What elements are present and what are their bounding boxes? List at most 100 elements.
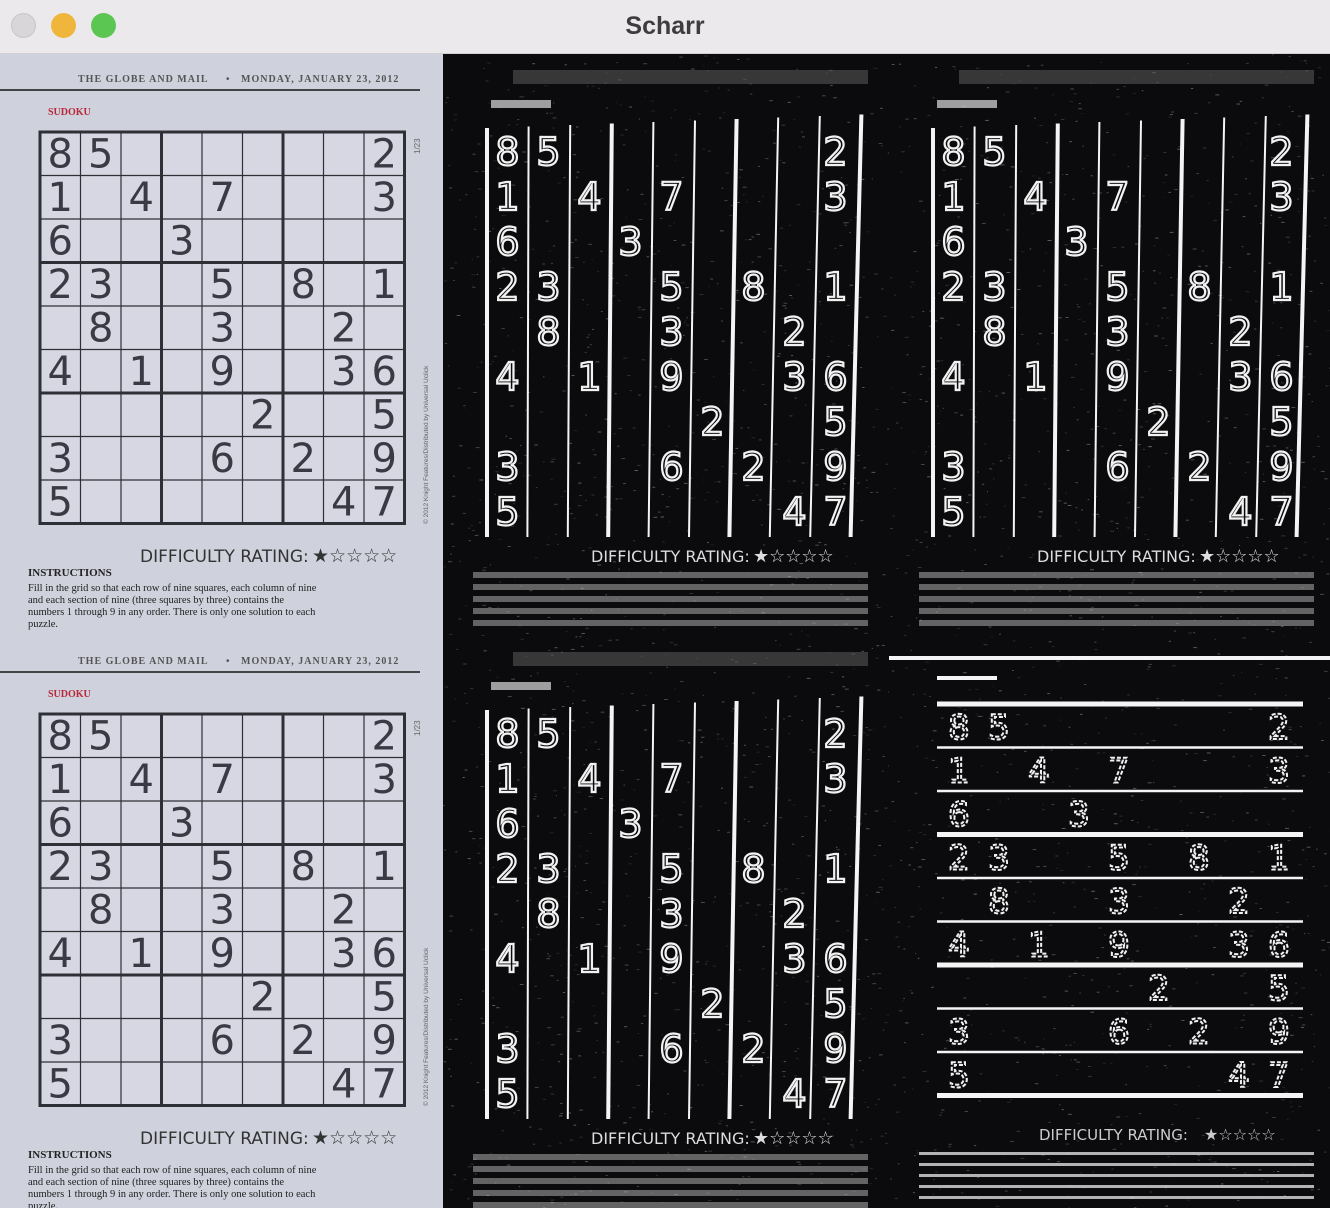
- edge-noise: [1016, 881, 1020, 883]
- edge-noise: [1171, 1123, 1174, 1125]
- edge-noise: [553, 102, 555, 104]
- edge-noise: [578, 1055, 582, 1057]
- edge-noise: [848, 1006, 852, 1008]
- edge-noise: [1268, 541, 1272, 542]
- edge-noise: [913, 451, 915, 453]
- edge-noise: [1220, 682, 1223, 684]
- edge-noise: [1146, 668, 1150, 670]
- edge-noise: [625, 129, 628, 131]
- sudoku-digit-edge: 3: [1269, 175, 1293, 219]
- sudoku-digit: 5: [210, 844, 235, 890]
- instructions-edge-band: [919, 572, 1314, 578]
- edge-noise: [834, 247, 837, 249]
- edge-noise: [467, 1166, 472, 1168]
- edge-noise: [586, 304, 589, 306]
- edge-noise: [748, 239, 752, 241]
- instructions-edge-line: [919, 1163, 1314, 1166]
- edge-noise: [1029, 556, 1033, 558]
- edge-noise: [1288, 55, 1291, 57]
- edge-noise: [739, 176, 742, 178]
- edge-noise: [1037, 343, 1039, 345]
- edge-noise: [596, 923, 600, 925]
- sudoku-digit-edge: 4: [1023, 175, 1047, 219]
- edge-noise: [1118, 409, 1122, 411]
- sudoku-digit: 2: [372, 132, 397, 178]
- sudoku-digit: 3: [48, 436, 73, 482]
- edge-noise: [804, 816, 808, 818]
- edge-noise: [844, 688, 849, 690]
- edge-noise: [760, 763, 762, 765]
- sudoku-digit-edge: 8: [948, 708, 970, 748]
- edge-noise: [717, 829, 720, 831]
- edge-noise: [550, 1093, 555, 1095]
- edge-noise: [1297, 155, 1301, 157]
- edge-noise: [783, 1061, 786, 1063]
- edge-noise: [1043, 483, 1047, 485]
- edge-noise: [717, 1071, 719, 1073]
- edge-noise: [1160, 568, 1164, 570]
- edge-noise: [551, 708, 556, 710]
- edge-noise: [1324, 670, 1328, 672]
- edge-noise: [1066, 449, 1070, 451]
- edge-noise: [1095, 496, 1098, 498]
- edge-noise: [474, 228, 476, 230]
- edge-noise: [1099, 927, 1102, 929]
- sudoku-digit: 8: [291, 844, 316, 890]
- edge-noise: [684, 924, 688, 926]
- edge-noise: [1092, 192, 1096, 194]
- edge-noise: [713, 901, 715, 903]
- edge-noise: [583, 261, 585, 263]
- edge-noise: [867, 729, 872, 731]
- edge-noise: [894, 487, 896, 489]
- edge-noise: [725, 400, 727, 402]
- sudoku-digit-edge: 8: [536, 310, 560, 354]
- edge-noise: [862, 1018, 865, 1020]
- edge-noise: [466, 702, 468, 704]
- edge-noise: [907, 625, 911, 627]
- edge-noise: [532, 63, 536, 65]
- edge-noise: [928, 824, 932, 826]
- edge-noise: [1203, 760, 1207, 762]
- edge-noise: [902, 402, 907, 404]
- difficulty-stars-edge: ★☆☆☆☆: [1199, 546, 1280, 567]
- edge-noise: [896, 422, 899, 424]
- edge-noise: [641, 1023, 644, 1024]
- edge-noise: [643, 63, 648, 65]
- edge-noise: [1000, 555, 1003, 557]
- edge-noise: [906, 354, 909, 356]
- edge-noise: [479, 837, 483, 839]
- sudoku-digit: 4: [129, 175, 154, 221]
- edge-noise: [585, 627, 589, 629]
- edge-noise: [948, 535, 952, 537]
- edge-noise: [963, 997, 967, 999]
- edge-noise: [1241, 246, 1244, 248]
- edge-noise: [585, 749, 587, 751]
- edge-noise: [1127, 166, 1130, 168]
- edge-noise: [657, 250, 660, 252]
- edge-noise: [492, 866, 494, 868]
- edge-noise: [1305, 346, 1309, 348]
- edge-noise: [1127, 694, 1130, 696]
- edge-noise: [1155, 907, 1157, 909]
- edge-noise: [817, 975, 819, 977]
- edge-noise: [666, 666, 668, 668]
- edge-noise: [1325, 385, 1328, 387]
- difficulty-label-edge: DIFFICULTY RATING:: [591, 1129, 750, 1148]
- sudoku-digit-edge: 6: [823, 355, 847, 399]
- edge-noise: [1001, 392, 1005, 394]
- edge-noise: [1250, 160, 1254, 162]
- edge-noise: [831, 694, 835, 696]
- edge-noise: [787, 101, 791, 103]
- edge-noise: [846, 555, 848, 557]
- edge-noise: [796, 68, 798, 70]
- edge-noise: [806, 269, 811, 271]
- edge-noise: [929, 838, 932, 840]
- edge-noise: [1309, 641, 1313, 643]
- scharr-x-image: 8 5 21 4 7 36 32 3 5 8 18 3 24 1 9 3 62 53 6 2 95 4 7DIFFICULT…: [889, 54, 1330, 636]
- edge-noise: [765, 158, 769, 160]
- edge-noise: [1042, 1053, 1044, 1055]
- edge-noise: [990, 636, 994, 638]
- edge-noise: [690, 860, 692, 862]
- header-separator: •: [226, 656, 230, 667]
- edge-noise: [476, 766, 478, 768]
